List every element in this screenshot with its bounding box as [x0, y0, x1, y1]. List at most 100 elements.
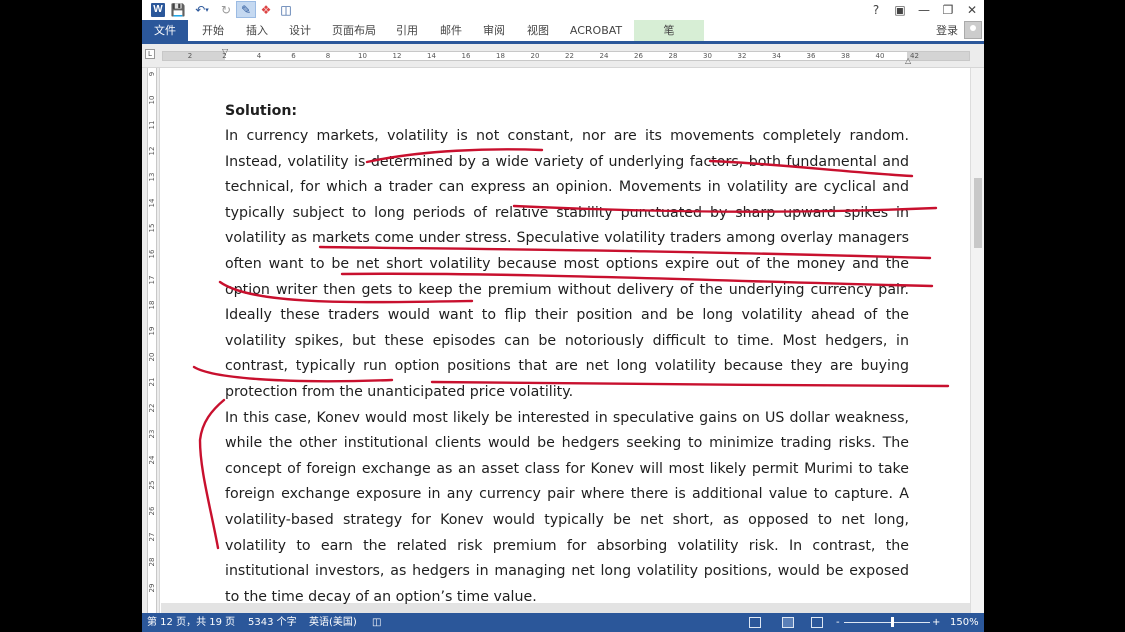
page-count[interactable]: 第 12 页，共 19 页	[147, 613, 235, 632]
right-indent-marker[interactable]: △	[905, 56, 911, 65]
zoom-slider-thumb[interactable]	[891, 617, 894, 627]
tab-review[interactable]: 审阅	[479, 20, 509, 41]
vertical-ruler-tick: 15	[148, 223, 156, 233]
web-layout-icon[interactable]	[811, 617, 823, 628]
ruler-tick: 30	[703, 52, 712, 60]
pen-icon[interactable]: ✎	[236, 1, 256, 18]
eraser-icon[interactable]: ❖	[256, 1, 276, 18]
status-bar: 第 12 页，共 19 页 5343 个字 英语(美国) ◫ - + 150%	[142, 613, 984, 632]
ruler-tick: 4	[256, 52, 262, 60]
vertical-ruler-tick: 25	[148, 480, 156, 490]
document-canvas[interactable]: Solution: In currency markets, volatilit…	[161, 69, 970, 613]
paragraph-konev: In this case, Konev would most likely be…	[225, 409, 909, 605]
vertical-ruler[interactable]: 9 10 11 12 13 14 15 16 17 18 19 20 21 22 23 24 25 26 27 28 2…	[142, 68, 160, 613]
macro-icon[interactable]: ◫	[372, 613, 381, 632]
ruler-tick: 38	[841, 52, 850, 60]
vertical-ruler-tick: 18	[148, 300, 156, 310]
tab-file[interactable]: 文件	[142, 20, 188, 41]
vertical-ruler-tick: 21	[148, 377, 156, 387]
tab-mailings[interactable]: 邮件	[436, 20, 466, 41]
ruler-tick: 26	[634, 52, 643, 60]
avatar[interactable]	[964, 21, 982, 39]
ruler-tick: 2	[187, 52, 193, 60]
ruler-tick: 36	[806, 52, 816, 60]
horizontal-ruler[interactable]: L 2 2 4 6 8 10 12 14 16 18 20 22 24 26 28 30 32 34 36 38 40 4…	[142, 44, 984, 68]
minimize-icon[interactable]: —	[912, 0, 936, 20]
read-mode-icon[interactable]	[749, 617, 761, 628]
vertical-ruler-tick: 11	[148, 120, 156, 130]
ruler-tick: 24	[599, 52, 609, 60]
tab-home[interactable]: 开始	[198, 20, 228, 41]
ruler-tick: 42	[910, 52, 919, 60]
vertical-scrollbar[interactable]	[970, 68, 984, 613]
vertical-ruler-tick: 24	[148, 455, 156, 464]
zoom-in-button[interactable]: +	[932, 613, 940, 632]
word-count[interactable]: 5343 个字	[248, 613, 297, 632]
ribbon-display-icon[interactable]: ▣	[888, 0, 912, 20]
tab-pen[interactable]: 笔	[634, 20, 704, 41]
ruler-tick: 14	[427, 52, 436, 60]
ruler-tick: 22	[565, 52, 574, 60]
paragraph-volatility: In currency markets, volatility is not c…	[225, 128, 909, 400]
vertical-ruler-tick: 20	[148, 352, 156, 362]
ruler-tick: 18	[496, 52, 505, 60]
close-icon[interactable]: ✕	[960, 0, 984, 20]
word-window: W 💾 ↶ ▾ ↻ ✎ ❖ ◫ ? ▣ — ❐ ✕ 文件 开始 插入 设计 页面布…	[142, 0, 984, 632]
ruler-tick: 12	[392, 52, 402, 60]
document-page[interactable]: Solution: In currency markets, volatilit…	[161, 69, 970, 605]
zoom-out-button[interactable]: -	[836, 613, 840, 632]
ruler-strip: 2 2 4 6 8 10 12 14 16 18 20 22 24 26 28 30 32 34 36 38 40 42	[162, 51, 970, 61]
print-layout-icon[interactable]	[782, 617, 794, 628]
vertical-ruler-tick: 10	[148, 95, 156, 105]
vertical-ruler-tick: 23	[148, 429, 156, 439]
scrollbar-thumb[interactable]	[974, 178, 982, 248]
tab-design[interactable]: 设计	[285, 20, 315, 41]
solution-heading: Solution:	[225, 103, 298, 119]
vertical-ruler-tick: 12	[148, 146, 156, 156]
ribbon-tabs: 文件 开始 插入 设计 页面布局 引用 邮件 审阅 视图 ACROBAT 笔 登…	[142, 20, 984, 41]
ruler-tick: 16	[461, 52, 471, 60]
ruler-tick: 32	[737, 52, 747, 60]
zoom-level[interactable]: 150%	[950, 613, 979, 632]
vertical-ruler-tick: 28	[148, 557, 156, 567]
tab-page-layout[interactable]: 页面布局	[330, 20, 378, 41]
vertical-ruler-tick: 14	[148, 198, 156, 207]
vertical-ruler-tick: 29	[148, 583, 156, 593]
layout-icon[interactable]: ◫	[276, 1, 296, 18]
vertical-ruler-tick: 19	[148, 326, 156, 336]
login-link[interactable]: 登录	[936, 20, 958, 41]
redo-icon[interactable]: ↻	[216, 1, 236, 18]
zoom-slider[interactable]	[844, 622, 930, 623]
tab-stop-selector[interactable]: L	[145, 49, 155, 59]
vertical-ruler-tick: 27	[148, 532, 156, 542]
vertical-ruler-tick: 13	[148, 172, 156, 182]
word-app-icon[interactable]: W	[148, 1, 168, 18]
help-icon[interactable]: ?	[864, 0, 888, 20]
vertical-ruler-tick: 9	[148, 71, 156, 77]
ruler-tick: 34	[772, 52, 781, 60]
tab-insert[interactable]: 插入	[242, 20, 272, 41]
ruler-tick: 10	[358, 52, 367, 60]
tab-acrobat[interactable]: ACROBAT	[566, 20, 626, 41]
tab-references[interactable]: 引用	[392, 20, 422, 41]
save-icon[interactable]: 💾	[168, 1, 188, 18]
indent-marker[interactable]: ▽	[222, 47, 228, 56]
vertical-ruler-tick: 26	[148, 506, 156, 516]
vertical-ruler-tick: 22	[148, 403, 156, 413]
vertical-ruler-tick: 17	[148, 275, 156, 285]
ruler-tick: 40	[875, 52, 885, 60]
restore-icon[interactable]: ❐	[936, 0, 960, 20]
ruler-left-margin	[163, 52, 225, 60]
document-body[interactable]: Solution: In currency markets, volatilit…	[225, 99, 909, 610]
undo-icon[interactable]: ↶ ▾	[188, 1, 216, 18]
ruler-tick: 8	[325, 52, 331, 60]
title-bar: W 💾 ↶ ▾ ↻ ✎ ❖ ◫ ? ▣ — ❐ ✕	[142, 0, 984, 20]
language-indicator[interactable]: 英语(美国)	[309, 613, 357, 632]
tab-view[interactable]: 视图	[523, 20, 553, 41]
ruler-tick: 20	[530, 52, 540, 60]
window-controls: ? ▣ — ❐ ✕	[864, 0, 984, 20]
ruler-tick: 28	[668, 52, 678, 60]
ruler-tick: 6	[291, 52, 296, 60]
quick-access-toolbar: W 💾 ↶ ▾ ↻ ✎ ❖ ◫	[148, 1, 296, 18]
vertical-ruler-tick: 16	[148, 249, 156, 259]
